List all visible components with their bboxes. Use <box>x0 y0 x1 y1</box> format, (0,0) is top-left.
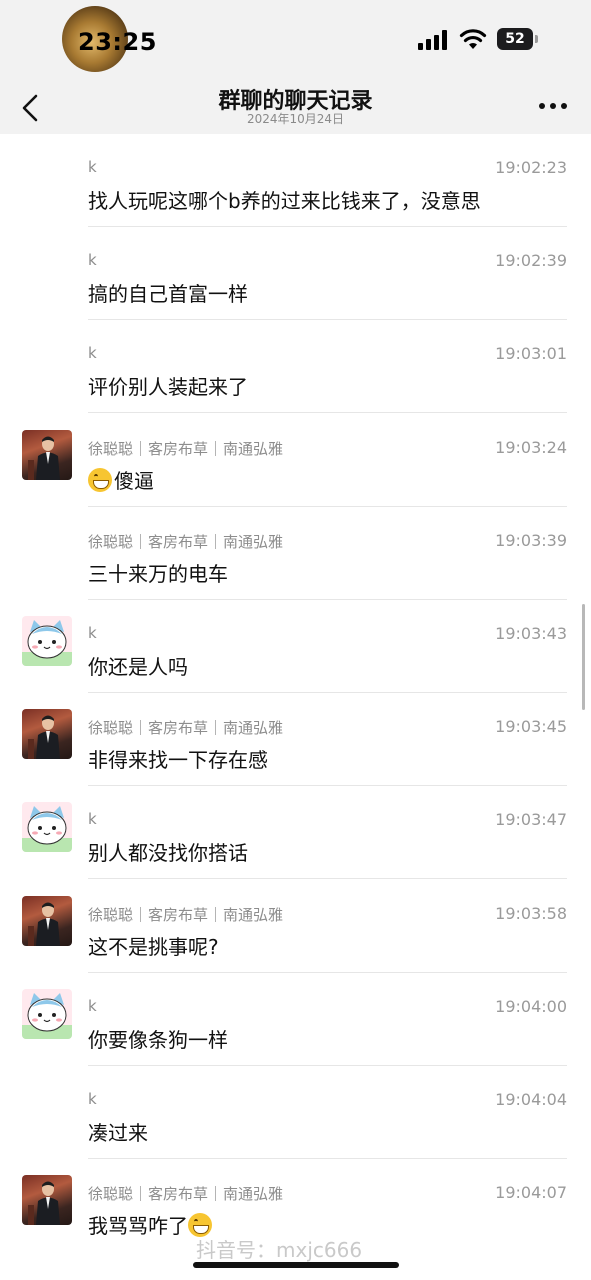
message-time: 19:03:47 <box>495 810 567 830</box>
message-time: 19:03:24 <box>495 437 567 457</box>
message-time: 19:02:39 <box>495 251 567 271</box>
message-sender: 徐聪聪｜客房布草｜南通弘雅 <box>88 1185 284 1204</box>
douyin-watermark: 抖音号：mxjc666 <box>196 1238 363 1262</box>
message-time: 19:03:45 <box>495 717 567 737</box>
message-content[interactable]: 三十来万的电车 <box>88 558 228 587</box>
more-dots-icon <box>539 103 567 109</box>
person-avatar-image <box>28 1181 60 1226</box>
battery-tip <box>535 35 538 43</box>
message-sender: 徐聪聪｜客房布草｜南通弘雅 <box>88 719 284 738</box>
message-text: 这不是挑事呢? <box>88 934 219 959</box>
message-sender: k <box>88 996 97 1015</box>
message-text: 三十来万的电车 <box>88 561 228 586</box>
chat-history-list[interactable]: k 19:02:23 找人玩呢这哪个b养的过来比钱来了，没意思 k 19:02:39 搞的… <box>0 134 591 1280</box>
grin-emoji-icon <box>88 467 112 492</box>
message-sender: 徐聪聪｜客房布草｜南通弘雅 <box>88 532 284 551</box>
message-row[interactable]: k 19:03:43 你还是人吗 <box>0 600 591 693</box>
message-row[interactable]: k 19:04:00 你要像条狗一样 <box>0 973 591 1066</box>
message-content[interactable]: 傻逼 <box>88 465 154 494</box>
avatar[interactable] <box>22 895 72 946</box>
message-row[interactable]: 徐聪聪｜客房布草｜南通弘雅 19:03:58 这不是挑事呢? <box>0 880 591 973</box>
message-time: 19:04:04 <box>495 1090 567 1109</box>
message-text: 别人都没找你搭话 <box>88 841 248 866</box>
status-bar: 23:25 52 <box>0 0 591 80</box>
message-time: 19:03:43 <box>495 624 567 643</box>
message-time: 19:04:07 <box>495 1183 567 1203</box>
message-content[interactable]: 评价别人装起来了 <box>88 371 248 400</box>
message-content[interactable]: 非得来找一下存在感 <box>88 744 268 773</box>
message-row[interactable]: 徐聪聪｜客房布草｜南通弘雅 19:03:24 傻逼 <box>0 414 591 507</box>
message-time: 19:03:58 <box>495 903 567 923</box>
scrollbar[interactable] <box>582 604 585 710</box>
person-avatar-image <box>28 902 60 946</box>
more-button[interactable] <box>536 94 570 118</box>
avatar[interactable] <box>22 429 72 480</box>
battery-indicator: 52 <box>497 28 533 50</box>
message-time: 19:02:23 <box>495 158 567 177</box>
message-text: 非得来找一下存在感 <box>88 748 268 773</box>
message-content[interactable]: 搞的自己首富一样 <box>88 278 248 307</box>
message-sender: k <box>88 344 97 363</box>
message-sender: k <box>88 810 97 829</box>
message-text: 凑过来 <box>88 1121 148 1145</box>
message-sender: k <box>88 158 97 176</box>
message-row[interactable]: 徐聪聪｜客房布草｜南通弘雅 19:03:45 非得来找一下存在感 <box>0 693 591 787</box>
message-text: 我骂骂咋了 <box>88 1214 188 1239</box>
avatar[interactable] <box>22 709 72 760</box>
message-row[interactable]: k 19:03:01 评价别人装起来了 <box>0 320 591 414</box>
cat-avatar-image <box>22 620 72 666</box>
home-indicator[interactable] <box>193 1262 399 1268</box>
message-sender: k <box>88 251 97 270</box>
person-avatar-image <box>28 715 60 760</box>
message-text: 评价别人装起来了 <box>88 375 248 400</box>
cat-avatar-image <box>22 806 72 853</box>
message-text: 傻逼 <box>114 468 154 493</box>
message-row[interactable]: k 19:02:39 搞的自己首富一样 <box>0 227 591 321</box>
message-text: 找人玩呢这哪个b养的过来比钱来了，没意思 <box>88 189 481 213</box>
message-text: 搞的自己首富一样 <box>88 282 248 307</box>
message-content[interactable]: 别人都没找你搭话 <box>88 837 248 866</box>
message-time: 19:03:39 <box>495 530 567 550</box>
avatar[interactable] <box>22 802 72 853</box>
message-text: 你还是人吗 <box>88 655 188 679</box>
message-time: 19:03:01 <box>495 344 567 364</box>
avatar[interactable] <box>22 988 72 1039</box>
message-sender: 徐聪聪｜客房布草｜南通弘雅 <box>88 439 284 458</box>
message-content[interactable]: 凑过来 <box>88 1117 148 1146</box>
cat-avatar-image <box>22 992 72 1039</box>
avatar[interactable] <box>22 1175 72 1226</box>
message-content[interactable]: 你要像条狗一样 <box>88 1024 228 1053</box>
message-row[interactable]: k 19:02:23 找人玩呢这哪个b养的过来比钱来了，没意思 <box>0 134 591 227</box>
page-subtitle-date: 2024年10月24日 <box>246 112 345 126</box>
message-sender: k <box>88 1090 97 1108</box>
message-text: 你要像条狗一样 <box>88 1027 228 1052</box>
message-sender: k <box>88 624 97 642</box>
status-time: 23:25 <box>78 28 157 56</box>
message-time: 19:04:00 <box>495 996 567 1016</box>
avatar[interactable] <box>22 616 72 666</box>
cellular-signal-icon <box>418 30 447 50</box>
message-sender: 徐聪聪｜客房布草｜南通弘雅 <box>88 905 284 924</box>
person-avatar-image <box>28 436 60 480</box>
nav-bar: 群聊的聊天记录 2024年10月24日 <box>0 80 591 134</box>
wifi-icon <box>459 29 487 49</box>
message-row[interactable]: k 19:04:04 凑过来 <box>0 1066 591 1159</box>
message-content[interactable]: 找人玩呢这哪个b养的过来比钱来了，没意思 <box>88 185 481 214</box>
message-row[interactable]: 徐聪聪｜客房布草｜南通弘雅 19:03:39 三十来万的电车 <box>0 507 591 600</box>
message-row[interactable]: k 19:03:47 别人都没找你搭话 <box>0 786 591 880</box>
message-content[interactable]: 这不是挑事呢? <box>88 931 219 960</box>
message-content[interactable]: 你还是人吗 <box>88 651 188 680</box>
